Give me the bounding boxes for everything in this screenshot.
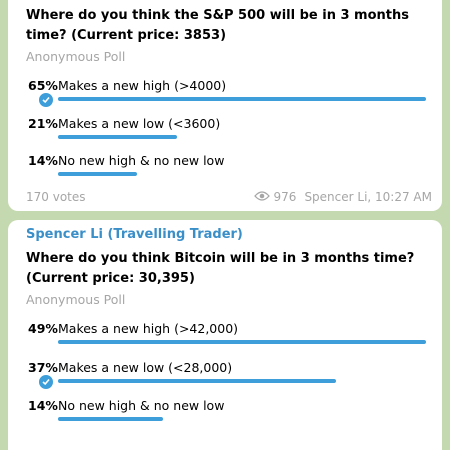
poll-type-label: Anonymous Poll (26, 292, 126, 307)
option-percent: 14% (28, 153, 58, 168)
option-percent: 49% (28, 321, 58, 336)
option-percent: 14% (28, 398, 58, 413)
poll-message-sp500: Where do you think the S&P 500 will be i… (8, 0, 442, 211)
view-count: 976 (273, 190, 297, 204)
option-result-bar (58, 340, 426, 344)
option-result-bar (58, 379, 336, 383)
poll-type-label: Anonymous Poll (26, 49, 126, 64)
author-timestamp: Spencer Li, 10:27 AM (304, 190, 432, 204)
option-percent: 65% (28, 78, 58, 93)
option-result-bar (58, 172, 137, 176)
option-label: Makes a new high (>4000) (58, 78, 227, 93)
poll-option-1[interactable]: 49% Makes a new high (>42,000) (8, 321, 442, 361)
option-label: No new high & no new low (58, 153, 225, 168)
poll-option-1[interactable]: 65% Makes a new high (>4000) (8, 78, 442, 118)
option-result-bar (58, 135, 177, 139)
sender-name[interactable]: Spencer Li (Travelling Trader) (26, 227, 243, 242)
poll-question: Where do you think the S&P 500 will be i… (26, 8, 409, 43)
option-label: Makes a new high (>42,000) (58, 321, 239, 336)
chosen-check-icon (38, 92, 54, 108)
poll-option-3[interactable]: 14% No new high & no new low (8, 398, 442, 438)
option-percent: 37% (28, 360, 58, 375)
option-label: Makes a new low (<28,000) (58, 360, 233, 375)
poll-message-bitcoin: Spencer Li (Travelling Trader) Where do … (8, 220, 442, 450)
message-meta: 976 Spencer Li, 10:27 AM (253, 190, 432, 204)
option-result-bar (58, 417, 163, 421)
option-label: No new high & no new low (58, 398, 225, 413)
chosen-check-icon (38, 374, 54, 390)
poll-option-3[interactable]: 14% No new high & no new low (8, 153, 442, 193)
option-label: Makes a new low (<3600) (58, 116, 221, 131)
poll-question: Where do you think Bitcoin will be in 3 … (26, 251, 415, 286)
poll-option-2[interactable]: 37% Makes a new low (<28,000) (8, 360, 442, 400)
views-eye-icon (253, 190, 270, 204)
poll-option-2[interactable]: 21% Makes a new low (<3600) (8, 116, 442, 156)
option-percent: 21% (28, 116, 58, 131)
option-result-bar (58, 97, 426, 101)
vote-count[interactable]: 170 votes (26, 190, 86, 204)
